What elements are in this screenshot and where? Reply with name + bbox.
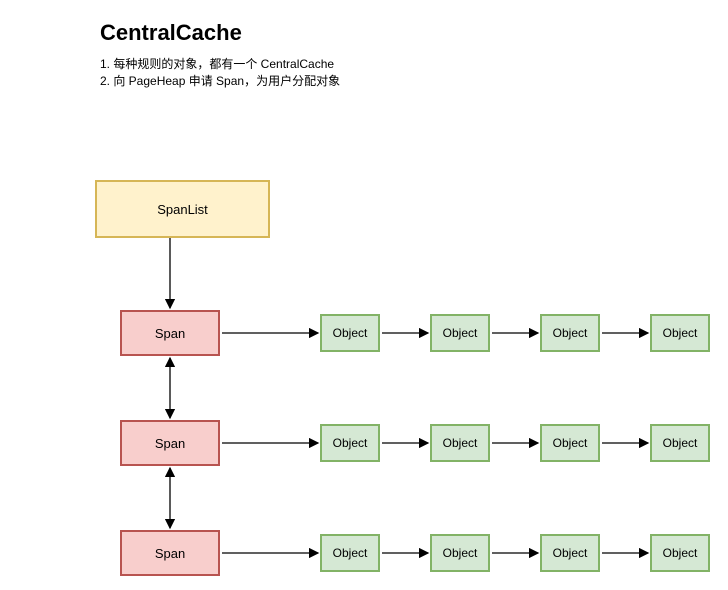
span-node-3: Span xyxy=(120,530,220,576)
span-node-1: Span xyxy=(120,310,220,356)
object-node: Object xyxy=(540,534,600,572)
span-label: Span xyxy=(155,436,185,451)
object-node: Object xyxy=(650,314,710,352)
object-node: Object xyxy=(320,534,380,572)
span-label: Span xyxy=(155,326,185,341)
description: 1. 每种规则的对象，都有一个 CentralCache 2. 向 PageHe… xyxy=(100,56,340,90)
object-node: Object xyxy=(540,424,600,462)
description-line-2: 2. 向 PageHeap 申请 Span，为用户分配对象 xyxy=(100,73,340,90)
object-node: Object xyxy=(430,534,490,572)
object-node: Object xyxy=(650,534,710,572)
description-line-1: 1. 每种规则的对象，都有一个 CentralCache xyxy=(100,56,340,73)
object-node: Object xyxy=(320,424,380,462)
object-node: Object xyxy=(540,314,600,352)
page-title: CentralCache xyxy=(100,20,340,46)
spanlist-label: SpanList xyxy=(157,202,208,217)
object-node: Object xyxy=(650,424,710,462)
span-label: Span xyxy=(155,546,185,561)
object-node: Object xyxy=(430,314,490,352)
title-block: CentralCache 1. 每种规则的对象，都有一个 CentralCach… xyxy=(100,20,340,90)
object-node: Object xyxy=(320,314,380,352)
object-node: Object xyxy=(430,424,490,462)
spanlist-node: SpanList xyxy=(95,180,270,238)
span-node-2: Span xyxy=(120,420,220,466)
